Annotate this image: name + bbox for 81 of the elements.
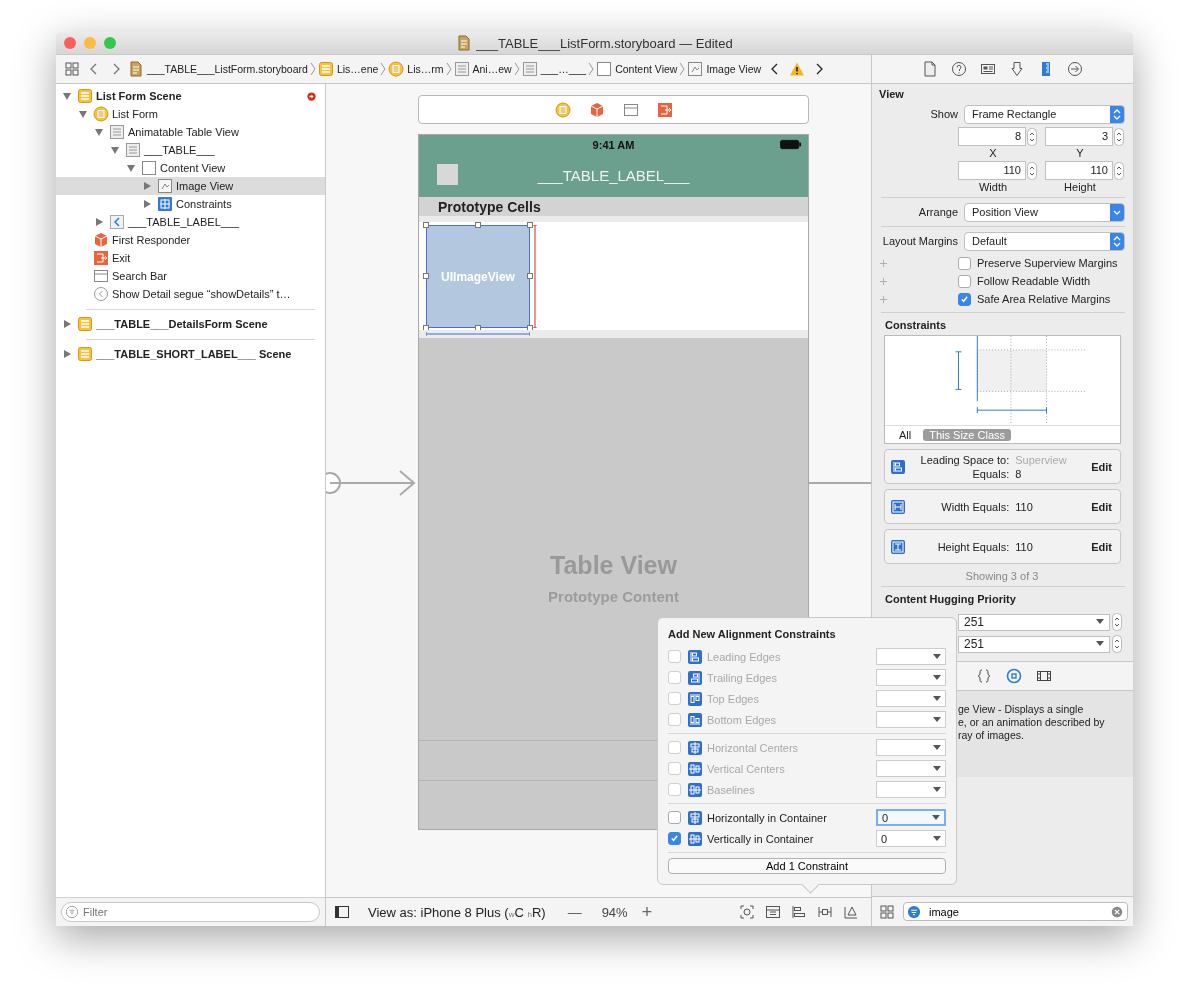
- section-title: View: [879, 87, 905, 102]
- outline-item[interactable]: ___TABLE___: [56, 141, 325, 159]
- number-field[interactable]: 8: [958, 127, 1026, 146]
- field-label: X: [988, 147, 998, 159]
- window-title: ___TABLE___ListForm.storyboard — Edited: [476, 35, 733, 51]
- constraint-option-label: Vertically in Container: [707, 832, 815, 845]
- zoom-level: 94%: [601, 904, 628, 920]
- constraint-option-label: Horizontal Centers: [707, 741, 800, 754]
- edit-button[interactable]: Edit: [1091, 460, 1112, 473]
- checkbox-label: Follow Readable Width: [977, 275, 1091, 287]
- breadcrumb-item[interactable]: Content View: [596, 61, 678, 77]
- filter-field[interactable]: Filter: [61, 902, 320, 922]
- outline-item[interactable]: Animatable Table View: [56, 123, 325, 141]
- breadcrumb-item[interactable]: Lis…ene: [317, 61, 379, 77]
- outline-item[interactable]: Image View: [56, 177, 325, 195]
- checkbox-label: Preserve Superview Margins: [977, 257, 1118, 269]
- outline-item[interactable]: List Form: [56, 105, 325, 123]
- outline-item[interactable]: Exit: [56, 249, 325, 267]
- outline-item[interactable]: Content View: [56, 159, 325, 177]
- constraint-option-label: Leading Edges: [707, 650, 782, 663]
- constraint-label: Width Equals:: [941, 500, 1010, 513]
- field-label: Layout Margins: [881, 235, 959, 247]
- add-constraint-button[interactable]: Add 1 Constraint: [668, 858, 946, 874]
- constraint-value: Superview: [1015, 453, 1068, 466]
- status-time: 9:41 AM: [592, 138, 635, 151]
- breadcrumb-item[interactable]: ___TABLE___ListForm.storyboard: [128, 61, 308, 77]
- checkbox-label: Safe Area Relative Margins: [977, 293, 1111, 305]
- constraint-count: Showing 3 of 3: [964, 570, 1040, 582]
- outline-item[interactable]: Constraints: [56, 195, 325, 213]
- field-label: Show: [929, 108, 959, 120]
- zoom-out-button[interactable]: —: [567, 904, 582, 920]
- constraint-value: 110: [1015, 540, 1034, 553]
- constraint-label: Leading Space to:: [920, 453, 1010, 466]
- constraint-option-label: Top Edges: [707, 692, 760, 705]
- constraint-value: 110: [1015, 500, 1034, 513]
- constraint-option-label: Trailing Edges: [707, 671, 778, 684]
- field-label: Width: [977, 181, 1009, 193]
- breadcrumb-item[interactable]: Ani…ew: [453, 61, 512, 77]
- field-label: Arrange: [917, 206, 959, 218]
- section-header: Prototype Cells: [419, 197, 808, 216]
- constraint-value: 8: [1015, 467, 1023, 480]
- outline-item[interactable]: ___TABLE_SHORT_LABEL___ Scene: [56, 345, 325, 363]
- constant-field[interactable]: 0: [876, 830, 946, 847]
- constraint-label: Equals:: [972, 467, 1010, 480]
- breadcrumb-item[interactable]: Lis…rm: [388, 61, 444, 77]
- navigation-title: ___TABLE_LABEL___: [537, 167, 690, 184]
- outline-item[interactable]: Search Bar: [56, 267, 325, 285]
- outline-item[interactable]: ___TABLE___DetailsForm Scene: [56, 315, 325, 333]
- number-field[interactable]: 110: [958, 161, 1026, 180]
- outline-item[interactable]: List Form Scene: [56, 87, 325, 105]
- field-label: Y: [1075, 147, 1085, 159]
- constant-field[interactable]: 0: [876, 809, 946, 826]
- constraint-option-label: Bottom Edges: [707, 713, 778, 726]
- edit-button[interactable]: Edit: [1091, 500, 1112, 513]
- library-description: e, or an animation described by: [958, 716, 1106, 729]
- field-label: Height: [1063, 181, 1097, 193]
- outline-item[interactable]: ___TABLE_LABEL___: [56, 213, 325, 231]
- library-description: ge View - Displays a single: [958, 703, 1085, 716]
- library-search-field[interactable]: image: [903, 902, 1128, 921]
- show-popup[interactable]: Frame Rectangle: [964, 104, 1125, 124]
- constraint-option-label: Baselines: [707, 783, 756, 796]
- constraint-option-label: Vertical Centers: [707, 762, 786, 775]
- outline-item[interactable]: Show Detail segue “showDetails” t…: [56, 285, 325, 303]
- library-description: ray of images.: [958, 729, 1025, 742]
- section-title: Content Hugging Priority: [884, 592, 1017, 607]
- outline-item[interactable]: First Responder: [56, 231, 325, 249]
- priority-field[interactable]: 251: [958, 635, 1110, 653]
- breadcrumb-item[interactable]: Image View: [687, 61, 762, 77]
- number-field[interactable]: 3: [1045, 127, 1113, 146]
- priority-field[interactable]: 251: [958, 613, 1110, 631]
- zoom-in-button[interactable]: +: [641, 901, 653, 923]
- breadcrumb-item[interactable]: ___…___: [521, 61, 587, 77]
- layout-margins-popup[interactable]: Default: [964, 231, 1125, 251]
- popover-title: Add New Alignment Constraints: [668, 628, 837, 640]
- edit-button[interactable]: Edit: [1091, 540, 1112, 553]
- arrange-popup[interactable]: Position View: [964, 202, 1125, 222]
- constraint-label: Height Equals:: [937, 540, 1010, 553]
- section-title: Constraints: [884, 318, 948, 333]
- constraint-option-label: Horizontally in Container: [707, 811, 828, 824]
- number-field[interactable]: 110: [1045, 161, 1113, 180]
- size-class-tab[interactable]: All: [899, 428, 912, 441]
